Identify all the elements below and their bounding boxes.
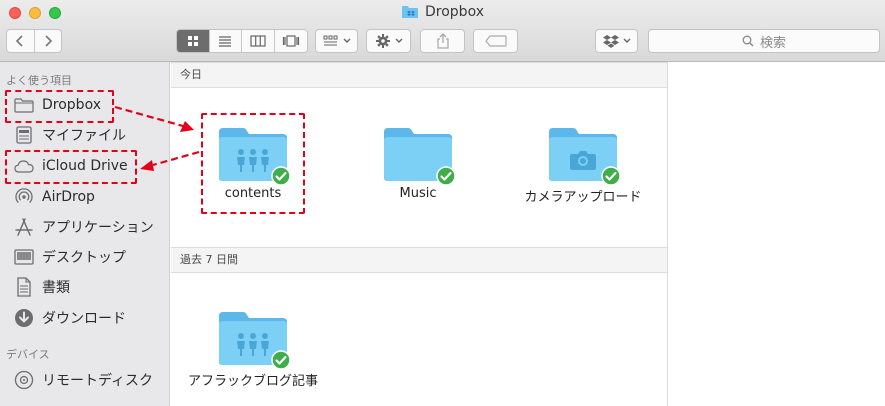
- list-view-button[interactable]: [210, 30, 242, 52]
- all-my-files-icon: [14, 126, 34, 144]
- action-gear-icon: [375, 34, 390, 48]
- sidebar-item-desktop[interactable]: デスクトップ: [14, 246, 126, 268]
- arrange-icon: [323, 35, 337, 46]
- column-view-icon: [250, 35, 266, 47]
- annotation-box-icloud: [5, 150, 137, 184]
- finder-window: Dropbox 検索 よく使う項目 Dropbox マイファイル iCloud …: [0, 0, 885, 406]
- search-field[interactable]: 検索: [648, 29, 880, 53]
- disc-icon: [14, 370, 34, 390]
- sidebar-heading-devices: デバイス: [6, 348, 50, 361]
- search-icon: [742, 35, 754, 47]
- sync-check-icon: [271, 350, 291, 370]
- folder-item-aflac-blog[interactable]: アフラックブログ記事: [188, 308, 318, 389]
- sidebar-item-label: デスクトップ: [42, 250, 126, 266]
- folder-item-camera-uploads[interactable]: カメラアップロード: [523, 124, 643, 205]
- sidebar-item-documents[interactable]: 書類: [14, 276, 70, 298]
- list-view-icon: [219, 36, 232, 47]
- share-button[interactable]: [420, 29, 465, 53]
- sidebar-item-remote-disc[interactable]: リモートディスク: [14, 369, 153, 391]
- action-button[interactable]: [366, 29, 411, 53]
- dropbox-menu-button[interactable]: [595, 29, 638, 53]
- back-button[interactable]: [7, 30, 35, 52]
- sidebar-item-label: 書類: [42, 280, 70, 296]
- sync-check-icon: [436, 166, 456, 186]
- sidebar-item-label: AirDrop: [42, 189, 95, 205]
- sidebar-item-label: ダウンロード: [42, 311, 126, 327]
- arrange-button[interactable]: [315, 29, 358, 53]
- sidebar-item-airdrop[interactable]: AirDrop: [14, 186, 95, 208]
- section-header-today: 今日: [171, 62, 667, 88]
- sidebar-item-applications[interactable]: アプリケーション: [14, 216, 154, 238]
- annotation-box-contents: [201, 113, 305, 214]
- sidebar-heading-favorites: よく使う項目: [6, 74, 72, 87]
- back-icon: [16, 35, 23, 47]
- sidebar-item-label: アプリケーション: [42, 220, 154, 236]
- window-title-bar: Dropbox: [0, 3, 885, 21]
- sync-check-icon: [601, 166, 621, 186]
- folder-item-music[interactable]: Music: [358, 124, 478, 201]
- view-mode-selector: [176, 29, 308, 53]
- icon-view-button[interactable]: [177, 30, 210, 52]
- window-title: Dropbox: [425, 4, 484, 20]
- dropbox-icon: [602, 35, 619, 48]
- airdrop-icon: [14, 188, 34, 206]
- sidebar-item-label: マイファイル: [42, 128, 126, 144]
- camera-folder-icon: [547, 124, 619, 182]
- documents-icon: [14, 277, 34, 297]
- sidebar-item-downloads[interactable]: ダウンロード: [14, 307, 126, 329]
- shared-folder-icon: [217, 308, 289, 366]
- column-view-button[interactable]: [242, 30, 275, 52]
- chevron-down-icon: [395, 38, 402, 43]
- window-toolbar: Dropbox 検索: [0, 0, 885, 62]
- icon-view-icon: [187, 36, 198, 46]
- share-icon: [436, 33, 449, 49]
- sidebar-item-label: リモートディスク: [42, 373, 154, 389]
- folder-icon: [382, 124, 454, 182]
- dropbox-folder-icon: [402, 6, 418, 18]
- annotation-box-dropbox: [5, 90, 114, 123]
- forward-button[interactable]: [35, 30, 62, 52]
- sidebar-item-my-files[interactable]: マイファイル: [14, 124, 126, 146]
- item-label: アフラックブログ記事: [188, 374, 319, 389]
- item-label: カメラアップロード: [524, 190, 642, 205]
- item-label: Music: [399, 186, 437, 201]
- tags-icon: [484, 35, 507, 47]
- coverflow-view-icon: [282, 35, 299, 47]
- applications-icon: [14, 218, 34, 236]
- tags-button[interactable]: [473, 29, 518, 53]
- search-placeholder: 検索: [759, 35, 786, 51]
- forward-icon: [45, 35, 52, 47]
- desktop-icon: [14, 248, 34, 266]
- downloads-icon: [14, 309, 34, 327]
- navigation-buttons: [6, 29, 62, 53]
- section-header-past-week: 過去 7 日間: [171, 247, 667, 273]
- chevron-down-icon: [343, 38, 350, 43]
- empty-pane: [667, 62, 885, 406]
- coverflow-view-button[interactable]: [275, 30, 307, 52]
- chevron-down-icon: [623, 38, 630, 43]
